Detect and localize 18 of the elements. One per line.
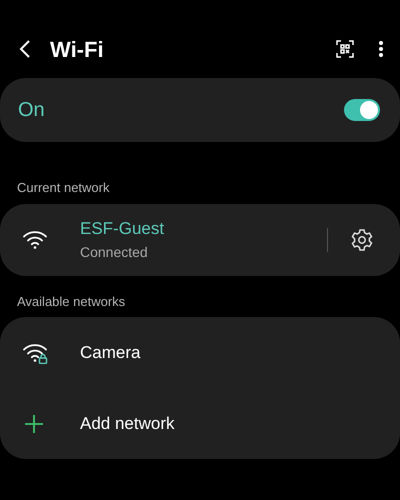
section-heading: Current network bbox=[16, 179, 110, 197]
toggle-switch[interactable] bbox=[344, 99, 380, 121]
qr-code-icon bbox=[336, 40, 354, 58]
gear-icon bbox=[350, 228, 374, 252]
plus-icon bbox=[24, 414, 44, 434]
back-icon bbox=[18, 39, 32, 59]
section-heading: Available networks bbox=[16, 292, 126, 310]
toggle-label: On bbox=[18, 98, 45, 123]
wifi-toggle-row[interactable]: On bbox=[0, 78, 400, 142]
network-name: Camera bbox=[80, 342, 142, 364]
page-title: Wi-Fi bbox=[50, 36, 104, 64]
more-options-icon bbox=[378, 40, 384, 58]
network-status: Connected bbox=[80, 242, 149, 262]
add-network-label: Add network bbox=[80, 413, 174, 436]
network-row[interactable]: Camera bbox=[0, 317, 400, 389]
network-row[interactable]: ESF-Guest Connected bbox=[0, 204, 400, 276]
add-network-row[interactable]: Add network bbox=[0, 389, 400, 459]
network-name: ESF-Guest bbox=[80, 218, 166, 240]
